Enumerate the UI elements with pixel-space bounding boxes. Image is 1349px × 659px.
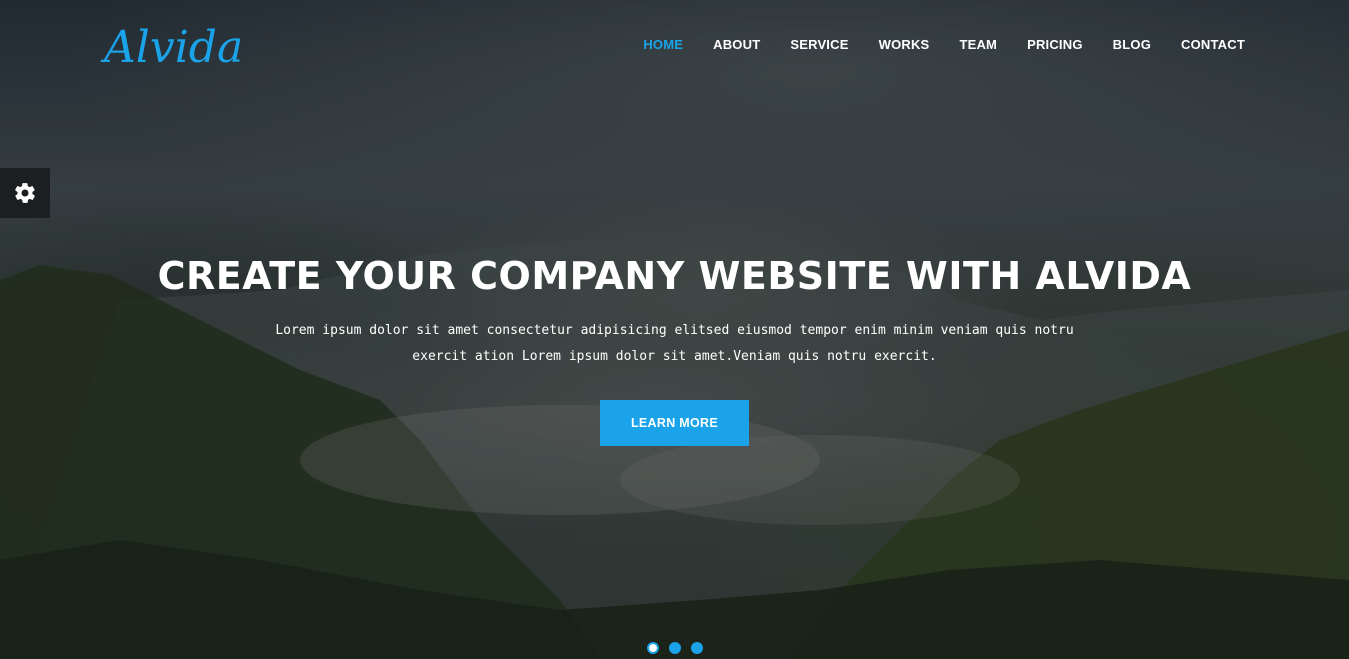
slider-dots [647,642,703,654]
hero-paragraph-line-2: exercit ation Lorem ipsum dolor sit amet… [412,349,937,364]
slider-dot-3[interactable] [691,642,703,654]
gear-icon [15,183,35,203]
main-nav: HOME ABOUT SERVICE WORKS TEAM PRICING BL… [613,36,1245,53]
hero-paragraph: Lorem ipsum dolor sit amet consectetur a… [250,318,1099,370]
hero-paragraph-line-1: Lorem ipsum dolor sit amet consectetur a… [275,323,1074,338]
nav-item-contact[interactable]: CONTACT [1181,36,1245,53]
settings-toggle[interactable] [0,168,50,218]
nav-item-works[interactable]: WORKS [879,36,930,53]
nav-item-service[interactable]: SERVICE [790,36,848,53]
nav-item-team[interactable]: TEAM [959,36,997,53]
hero-section: Alvida HOME ABOUT SERVICE WORKS TEAM PRI… [0,0,1349,659]
nav-item-home[interactable]: HOME [643,36,683,53]
nav-item-about[interactable]: ABOUT [713,36,760,53]
learn-more-button[interactable]: LEARN MORE [600,400,749,446]
slider-dot-2[interactable] [669,642,681,654]
nav-item-pricing[interactable]: PRICING [1027,36,1083,53]
brand-logo[interactable]: Alvida [104,18,243,78]
hero-headline: CREATE YOUR COMPANY WEBSITE WITH ALVIDA [157,254,1192,298]
slider-dot-1[interactable] [647,642,659,654]
nav-item-blog[interactable]: BLOG [1113,36,1151,53]
